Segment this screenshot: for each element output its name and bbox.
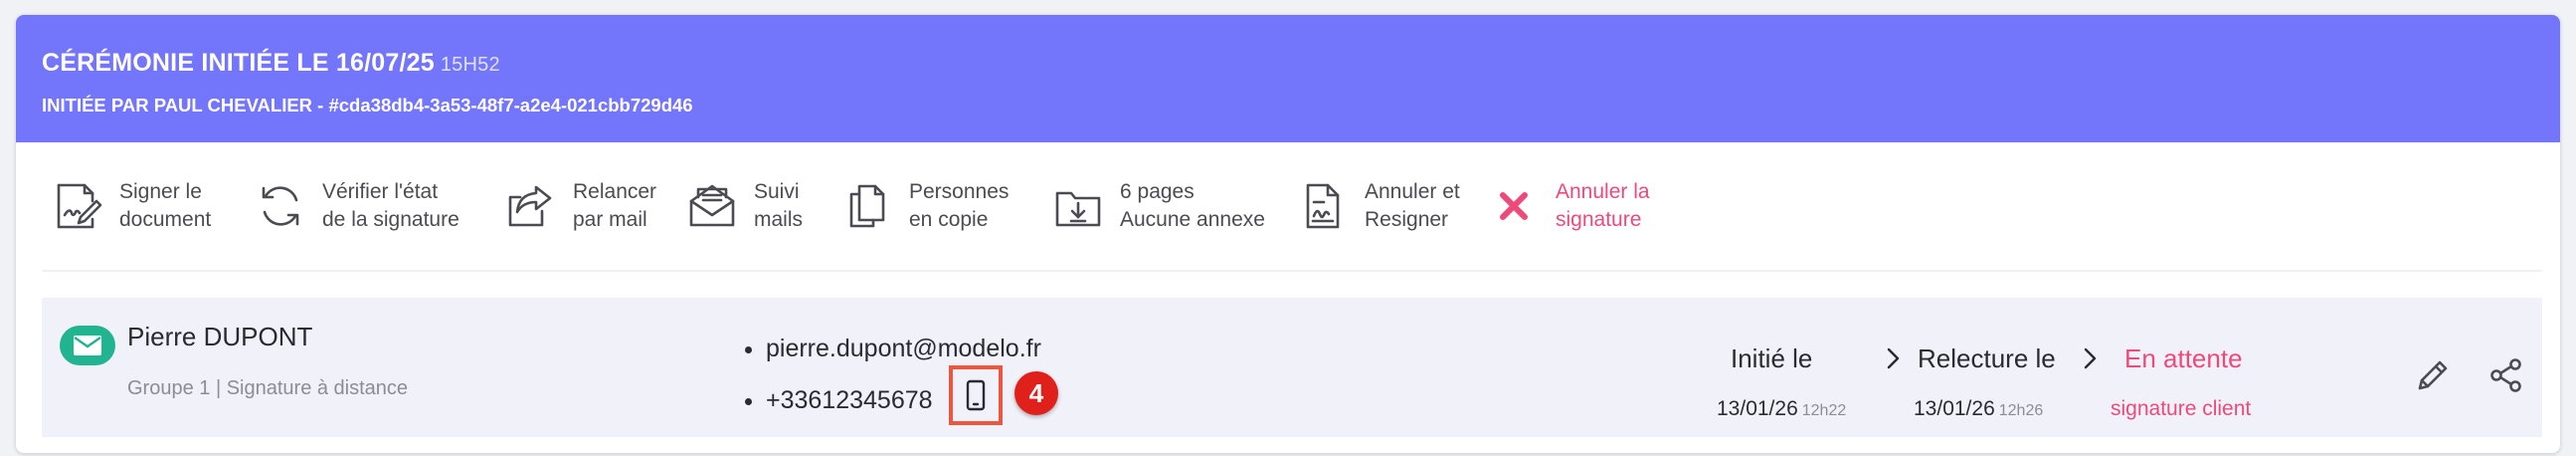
envelope-icon [74,336,101,355]
cancel-signature-button[interactable]: Annuler la signature [1486,176,1650,236]
refresh-icon [253,178,308,234]
sign-document-icon [50,178,105,234]
cancel-signature-label: Annuler la signature [1556,180,1650,231]
share-icon [2490,358,2521,392]
mobile-phone-button[interactable] [949,365,1003,425]
ceremony-card: CÉRÉMONIE INITIÉE LE 16/07/25 15H52 INITI… [16,15,2560,453]
step-marker: 4 [1014,371,1058,415]
cc-people-label: Personnes en copie [909,180,1010,231]
chevron-right-icon [2084,347,2097,369]
document-signature-icon [1295,178,1351,234]
divider [42,270,2542,272]
ceremony-title: CÉRÉMONIE INITIÉE LE 16/07/25 15H52 [42,49,500,77]
resend-mail-label: Relancer par mail [573,180,657,231]
share-forward-icon [503,178,559,234]
mobile-phone-icon [966,379,986,411]
check-signature-status-button[interactable]: Vérifier l'état de la signature [253,176,460,236]
check-signature-status-label: Vérifier l'état de la signature [322,180,460,231]
action-toolbar: Signer le document Vérifier l'état de la s… [16,142,2560,272]
step-initiated-date: 13/01/26 12h22 [1717,397,1847,420]
mail-tracking-button[interactable]: Suivi mails [684,176,803,236]
sign-document-button[interactable]: Signer le document [50,176,211,236]
open-envelope-icon [684,178,740,234]
ceremony-initiator: INITIÉE PAR PAUL CHEVALIER - #cda38db4-3… [42,95,693,115]
email-badge [60,326,115,365]
step-initiated-label: Initié le [1731,343,1813,373]
resend-mail-button[interactable]: Relancer par mail [503,176,656,236]
share-button[interactable] [2486,355,2526,395]
copy-icon [839,178,895,234]
ceremony-header: CÉRÉMONIE INITIÉE LE 16/07/25 15H52 INITI… [16,15,2560,142]
pencil-icon [2418,360,2448,390]
step-review-label: Relecture le [1918,343,2056,373]
step-pending-label: En attente [2124,343,2243,373]
close-x-icon [1486,178,1542,234]
mail-tracking-label: Suivi mails [754,180,804,231]
cancel-and-resign-label: Annuler et Resigner [1365,180,1460,231]
cc-people-button[interactable]: Personnes en copie [839,176,1009,236]
chevron-right-icon [1887,347,1900,369]
signer-name: Pierre DUPONT [127,322,313,351]
signer-row: Pierre DUPONT Groupe 1 | Signature à dis… [42,298,2542,437]
cancel-and-resign-button[interactable]: Annuler et Resigner [1295,176,1460,236]
edit-button[interactable] [2413,355,2453,395]
document-pages-label: 6 pages Aucune annexe [1120,180,1265,231]
folder-download-icon [1050,178,1106,234]
signer-group: Groupe 1 | Signature à distance [127,377,409,399]
sign-document-label: Signer le document [119,180,212,231]
document-pages-button[interactable]: 6 pages Aucune annexe [1050,176,1265,236]
step-review-date: 13/01/26 12h26 [1914,397,2044,420]
step-pending-sub: signature client [2111,397,2252,420]
ceremony-time: 15H52 [440,54,500,76]
